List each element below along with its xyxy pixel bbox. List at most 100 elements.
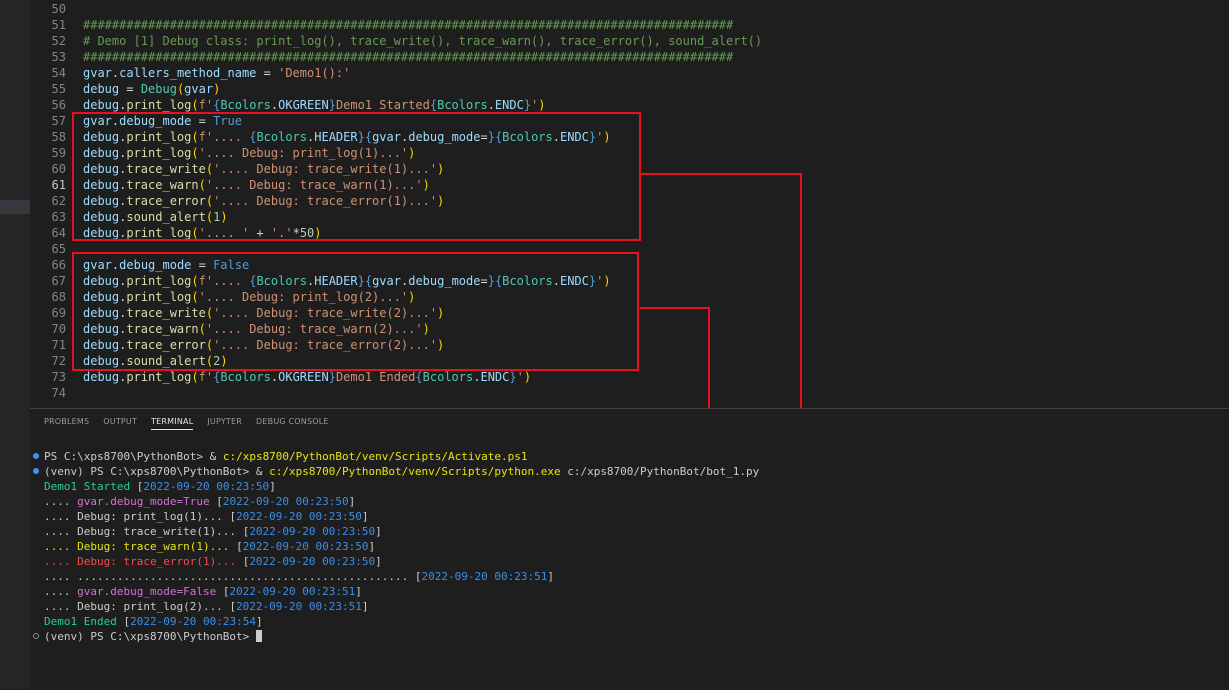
line-number: 60 <box>51 162 66 176</box>
code-line[interactable]: 54 gvar.callers_method_name = 'Demo1():' <box>30 65 1229 81</box>
arrow-1-horizontal-top <box>640 173 802 175</box>
terminal-line: .... gvar.debug_mode=True [2022-09-20 00… <box>44 494 355 509</box>
terminal-text: gvar.debug_mode=False <box>77 585 223 598</box>
terminal-line: Demo1 Ended [2022-09-20 00:23:54] <box>44 614 263 629</box>
code-token: = <box>119 82 141 96</box>
line-number: 70 <box>51 322 66 336</box>
line-number: 50 <box>51 2 66 16</box>
code-token: print_log <box>126 370 192 384</box>
terminal-text: ] <box>361 600 369 613</box>
line-number: 59 <box>51 146 66 160</box>
line-number: 64 <box>51 226 66 240</box>
terminal-text: c:/xps8700/PythonBot/venv/Scripts/Activa… <box>222 450 528 463</box>
line-number: 66 <box>51 258 66 272</box>
code-line[interactable]: 53 ######################################… <box>30 49 1229 65</box>
code-line[interactable]: 73 debug.print_log(f'{Bcolors.OKGREEN}Dem… <box>30 369 1229 385</box>
line-number: 56 <box>51 98 66 112</box>
code-line[interactable]: 74 <box>30 385 1229 401</box>
panel-tabs: PROBLEMS OUTPUT TERMINAL JUPYTER DEBUG CONSO… <box>44 417 343 437</box>
code-token: { <box>429 98 438 112</box>
terminal-text: ] <box>269 480 276 493</box>
terminal-text: 2022-09-20 00:23:51 <box>229 585 356 598</box>
terminal-text: 2022-09-20 00:23:51 <box>236 600 362 613</box>
tab-debug-console[interactable]: DEBUG CONSOLE <box>256 417 329 426</box>
line-number: 74 <box>51 386 66 400</box>
terminal-text: .... ...................................… <box>44 570 415 583</box>
terminal-text: c:/xps8700/PythonBot/venv/Scripts/python… <box>269 465 561 478</box>
code-token: ENDC <box>480 370 510 384</box>
code-token: } <box>523 98 532 112</box>
tab-terminal[interactable]: TERMINAL <box>151 417 194 430</box>
code-token: } <box>328 98 336 112</box>
code-token: gvar <box>184 82 214 96</box>
terminal-line: .... ...................................… <box>44 569 554 584</box>
terminal-line: PS C:\xps8700\PythonBot> & c:/xps8700/Py… <box>33 449 528 464</box>
terminal-text: PS C:\xps8700\PythonBot> <box>44 450 210 463</box>
terminal-text: .... <box>44 495 78 508</box>
code-token: debug <box>83 82 120 96</box>
terminal-text: 2022-09-20 00:23:50 <box>249 555 376 568</box>
code-text: debug.print_log(f'{Bcolors.OKGREEN}Demo1… <box>83 97 546 113</box>
code-token: . <box>487 98 495 112</box>
code-line[interactable]: 51 ######################################… <box>30 17 1229 33</box>
terminal-text: 2022-09-20 00:23:54 <box>130 615 256 628</box>
code-text: debug = Debug(gvar) <box>83 81 220 97</box>
code-token: Bcolors <box>220 98 271 112</box>
code-token: Debug <box>140 82 177 96</box>
activity-bar <box>0 0 30 689</box>
code-token: ' <box>516 370 524 384</box>
code-token: } <box>509 370 517 384</box>
line-number: 55 <box>51 82 66 96</box>
code-token: ########################################… <box>83 50 734 64</box>
code-text: ########################################… <box>83 17 733 33</box>
code-line[interactable]: 52 # Demo [1] Debug class: print_log(), t… <box>30 33 1229 49</box>
terminal-text: 2022-09-20 00:23:50 <box>249 525 376 538</box>
terminal-text: ] <box>375 525 382 538</box>
line-number: 51 <box>51 18 66 32</box>
line-number: 63 <box>51 210 66 224</box>
arrow-2-horizontal-top <box>640 307 710 309</box>
terminal-text: 2022-09-20 00:23:50 <box>236 510 362 523</box>
code-token: 'Demo1():' <box>278 66 351 80</box>
line-number: 57 <box>51 114 66 128</box>
code-text: gvar.callers_method_name = 'Demo1():' <box>83 65 350 81</box>
terminal-text: [ <box>216 495 223 508</box>
code-token: gvar <box>83 66 112 80</box>
command-pending-dot-icon[interactable] <box>33 633 39 639</box>
terminal-text: 2022-09-20 00:23:51 <box>421 570 548 583</box>
code-line[interactable]: 50 <box>30 1 1229 17</box>
bottom-panel: PROBLEMS OUTPUT TERMINAL JUPYTER DEBUG CONSO… <box>30 408 1229 690</box>
terminal-line: .... Debug: trace_warn(1)... [2022-09-20… <box>44 539 375 554</box>
terminal-line: .... Debug: trace_write(1)... [2022-09-2… <box>44 524 382 539</box>
code-token: ) <box>213 82 221 96</box>
code-token: ( <box>191 370 199 384</box>
command-success-dot-icon[interactable] <box>33 468 39 474</box>
tab-output[interactable]: OUTPUT <box>103 417 137 426</box>
terminal-text: .... <box>44 585 78 598</box>
tab-jupyter[interactable]: JUPYTER <box>207 417 242 426</box>
code-token: ENDC <box>494 98 524 112</box>
code-token: ) <box>523 370 532 384</box>
line-number: 54 <box>51 66 66 80</box>
code-token: print_log <box>126 98 192 112</box>
terminal-line: .... Debug: trace_error(1)... [2022-09-2… <box>44 554 382 569</box>
code-token: } <box>328 370 336 384</box>
code-token: Bcolors <box>437 98 488 112</box>
terminal-text: (venv) PS C:\xps8700\PythonBot> <box>44 465 256 478</box>
line-number: 65 <box>51 242 66 256</box>
active-indicator <box>0 200 30 214</box>
terminal-text: ] <box>348 495 356 508</box>
code-token: ########################################… <box>83 18 734 32</box>
line-number: 52 <box>51 34 66 48</box>
terminal-text: 2022-09-20 00:23:50 <box>222 495 349 508</box>
tab-problems[interactable]: PROBLEMS <box>44 417 89 426</box>
code-token: Demo1 Started <box>335 98 430 112</box>
code-line[interactable]: 56 debug.print_log(f'{Bcolors.OKGREEN}Dem… <box>30 97 1229 113</box>
code-line[interactable]: 55 debug = Debug(gvar) <box>30 81 1229 97</box>
terminal-line: (venv) PS C:\xps8700\PythonBot> <box>33 629 262 644</box>
line-number: 72 <box>51 354 66 368</box>
code-text: debug.print_log(f'{Bcolors.OKGREEN}Demo1… <box>83 369 531 385</box>
terminal-text: 2022-09-20 00:23:50 <box>242 540 369 553</box>
line-number: 53 <box>51 50 66 64</box>
command-success-dot-icon[interactable] <box>33 453 39 459</box>
